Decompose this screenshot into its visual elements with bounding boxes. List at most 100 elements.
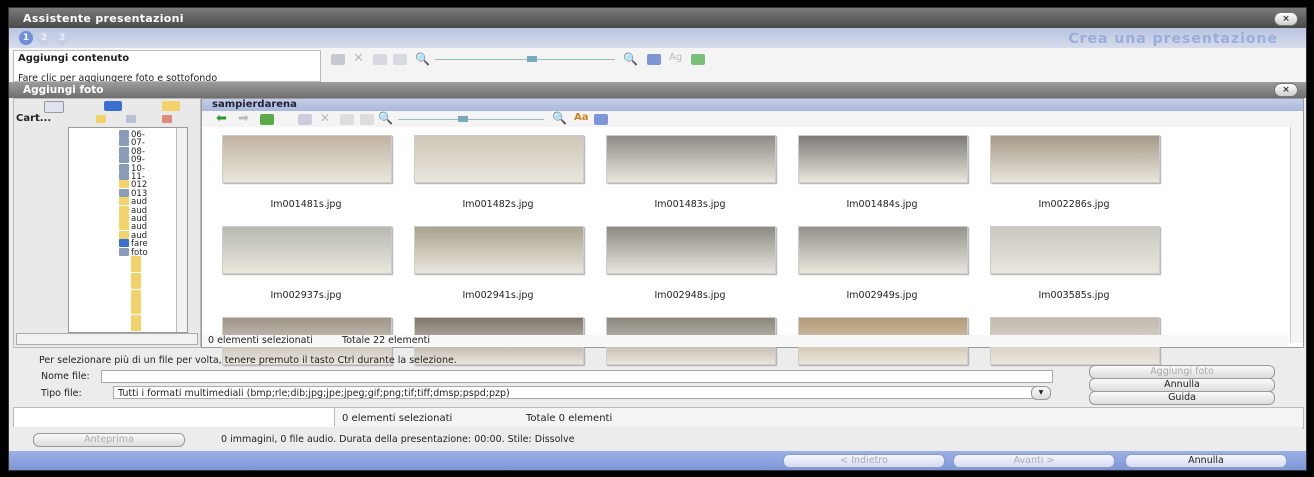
presentation-summary: 0 immagini, 0 file audio. Durata della p… bbox=[221, 434, 575, 445]
zoom-in-icon[interactable]: 🔍 bbox=[623, 52, 638, 66]
photo-thumbnail[interactable] bbox=[414, 226, 584, 274]
details-view-icon[interactable] bbox=[594, 114, 608, 125]
back-icon[interactable]: ⬅ bbox=[216, 111, 227, 126]
photo-thumbnail[interactable] bbox=[606, 226, 776, 274]
photo-filename: Im002949s.jpg bbox=[846, 290, 918, 301]
folder-icon bbox=[131, 281, 141, 290]
filetype-label: Tipo file: bbox=[41, 388, 82, 399]
wizard-heading: Crea una presentazione bbox=[1068, 31, 1278, 47]
folder-icon bbox=[131, 306, 141, 315]
add-photos-button[interactable]: Aggiungi foto bbox=[1089, 365, 1275, 379]
camera-icon bbox=[119, 247, 129, 256]
tab-folders[interactable] bbox=[162, 101, 180, 111]
window-title: Assistente presentazioni bbox=[23, 12, 184, 25]
back-button[interactable]: < Indietro bbox=[783, 454, 945, 468]
photo-filename: Im002937s.jpg bbox=[270, 290, 342, 301]
zoom-in-icon[interactable]: 🔍 bbox=[552, 111, 567, 125]
rotate-right-icon[interactable] bbox=[360, 114, 374, 125]
delete-icon[interactable]: ✕ bbox=[320, 111, 330, 125]
photo-filename: Im001482s.jpg bbox=[462, 199, 534, 210]
wizard-nav-bar: < Indietro Avanti > Annulla bbox=[9, 451, 1306, 470]
folder-tree-scrollbar[interactable] bbox=[176, 128, 187, 332]
zoom-slider-thumb[interactable] bbox=[527, 56, 537, 62]
folder-icon bbox=[131, 256, 141, 264]
folder-icon bbox=[131, 272, 141, 281]
selection-hint: Per selezionare più di un file per volta… bbox=[39, 355, 457, 366]
window-close-button[interactable]: × bbox=[1274, 12, 1298, 26]
new-folder-icon[interactable] bbox=[96, 115, 106, 123]
rotate-left-icon[interactable] bbox=[373, 54, 387, 65]
folder-icon bbox=[131, 289, 141, 298]
selection-status-left bbox=[14, 408, 335, 428]
photo-thumbnail[interactable] bbox=[990, 135, 1160, 183]
thumb-size-slider-track[interactable] bbox=[398, 119, 544, 120]
zoom-out-icon[interactable]: 🔍 bbox=[378, 111, 393, 125]
browser-scrollbar[interactable] bbox=[1290, 127, 1303, 343]
photo-thumbnail[interactable] bbox=[222, 135, 392, 183]
content-list[interactable]: Aggiungi contenuto Fare clic per aggiung… bbox=[13, 50, 321, 84]
add-to-list-icon[interactable] bbox=[691, 54, 705, 65]
tab-network[interactable] bbox=[104, 101, 122, 111]
content-heading: Aggiungi contenuto bbox=[18, 53, 130, 64]
photo-filename: Im003585s.jpg bbox=[1038, 290, 1110, 301]
photo-filename: Im001483s.jpg bbox=[654, 199, 726, 210]
folder-view-icon[interactable] bbox=[126, 115, 136, 123]
forward-icon[interactable]: ➡ bbox=[238, 111, 249, 126]
camera-icon bbox=[119, 155, 129, 164]
tab-computer[interactable] bbox=[44, 101, 64, 113]
photo-thumbnail[interactable] bbox=[606, 135, 776, 183]
folder-label: Cart... bbox=[16, 113, 52, 124]
nav-cancel-button[interactable]: Annulla bbox=[1125, 454, 1287, 468]
status-total-count: Totale 0 elementi bbox=[526, 413, 613, 424]
up-folder-icon[interactable] bbox=[260, 114, 274, 125]
filetype-select[interactable]: Tutti i formati multimediali (bmp;rle;di… bbox=[113, 386, 1041, 399]
filmstrip-icon[interactable] bbox=[298, 114, 312, 125]
folder-icon bbox=[131, 298, 141, 306]
step-3-indicator: 3 bbox=[55, 31, 69, 45]
cancel-button[interactable]: Annulla bbox=[1089, 378, 1275, 392]
browser-total-count: Totale 22 elementi bbox=[342, 335, 430, 346]
chevron-down-icon[interactable]: ▾ bbox=[1031, 386, 1051, 400]
folder-icon bbox=[119, 222, 129, 231]
add-photos-title: Aggiungi foto bbox=[23, 84, 104, 96]
folder-icon bbox=[119, 230, 129, 239]
browser-status: 0 elementi selezionati Totale 22 element… bbox=[202, 335, 1288, 347]
camera-icon bbox=[119, 188, 129, 197]
folder-tree[interactable]: 06- 07- 08- 09- 10- 11- 012 013 aud aud aud aud aud f… bbox=[68, 127, 188, 333]
text-icon[interactable]: Ag bbox=[669, 52, 682, 63]
folder-icon bbox=[119, 197, 129, 206]
photo-thumbnail[interactable] bbox=[798, 135, 968, 183]
status-selected-count: 0 elementi selezionati bbox=[342, 413, 453, 424]
text-icon[interactable]: Aa bbox=[574, 112, 589, 123]
delete-icon[interactable]: ✕ bbox=[353, 51, 364, 66]
content-section: Aggiungi contenuto Fare clic per aggiung… bbox=[9, 48, 1306, 84]
folder-icon bbox=[119, 205, 129, 214]
photo-filename: Im002948s.jpg bbox=[654, 290, 726, 301]
tree-item[interactable] bbox=[131, 323, 143, 332]
filename-input[interactable] bbox=[101, 370, 1053, 383]
rotate-left-icon[interactable] bbox=[340, 114, 354, 125]
zoom-out-icon[interactable]: 🔍 bbox=[415, 52, 430, 66]
step-1-indicator: 1 bbox=[19, 31, 33, 45]
filmstrip-icon[interactable] bbox=[331, 54, 345, 65]
photo-filename: Im002286s.jpg bbox=[1038, 199, 1110, 210]
delete-folder-icon[interactable] bbox=[162, 115, 172, 123]
add-photos-close-button[interactable]: × bbox=[1274, 83, 1298, 97]
zoom-slider-track[interactable] bbox=[435, 59, 615, 60]
photo-thumbnail[interactable] bbox=[414, 135, 584, 183]
current-folder-name: sampierdarena bbox=[212, 99, 297, 110]
photo-thumbnail[interactable] bbox=[990, 226, 1160, 274]
help-button[interactable]: Guida bbox=[1089, 391, 1275, 405]
photo-filename: Im001484s.jpg bbox=[846, 199, 918, 210]
folder-tree-hscrollbar[interactable] bbox=[16, 333, 198, 345]
rotate-right-icon[interactable] bbox=[393, 54, 407, 65]
camera-icon bbox=[119, 163, 129, 172]
details-view-icon[interactable] bbox=[647, 54, 661, 65]
next-button[interactable]: Avanti > bbox=[953, 454, 1115, 468]
folder-panel-tabs bbox=[14, 99, 200, 113]
photo-filename: Im002941s.jpg bbox=[462, 290, 534, 301]
photo-thumbnail[interactable] bbox=[222, 226, 392, 274]
preview-button[interactable]: Anteprima bbox=[33, 433, 185, 447]
photo-thumbnail[interactable] bbox=[798, 226, 968, 274]
thumb-size-slider-thumb[interactable] bbox=[458, 116, 468, 122]
